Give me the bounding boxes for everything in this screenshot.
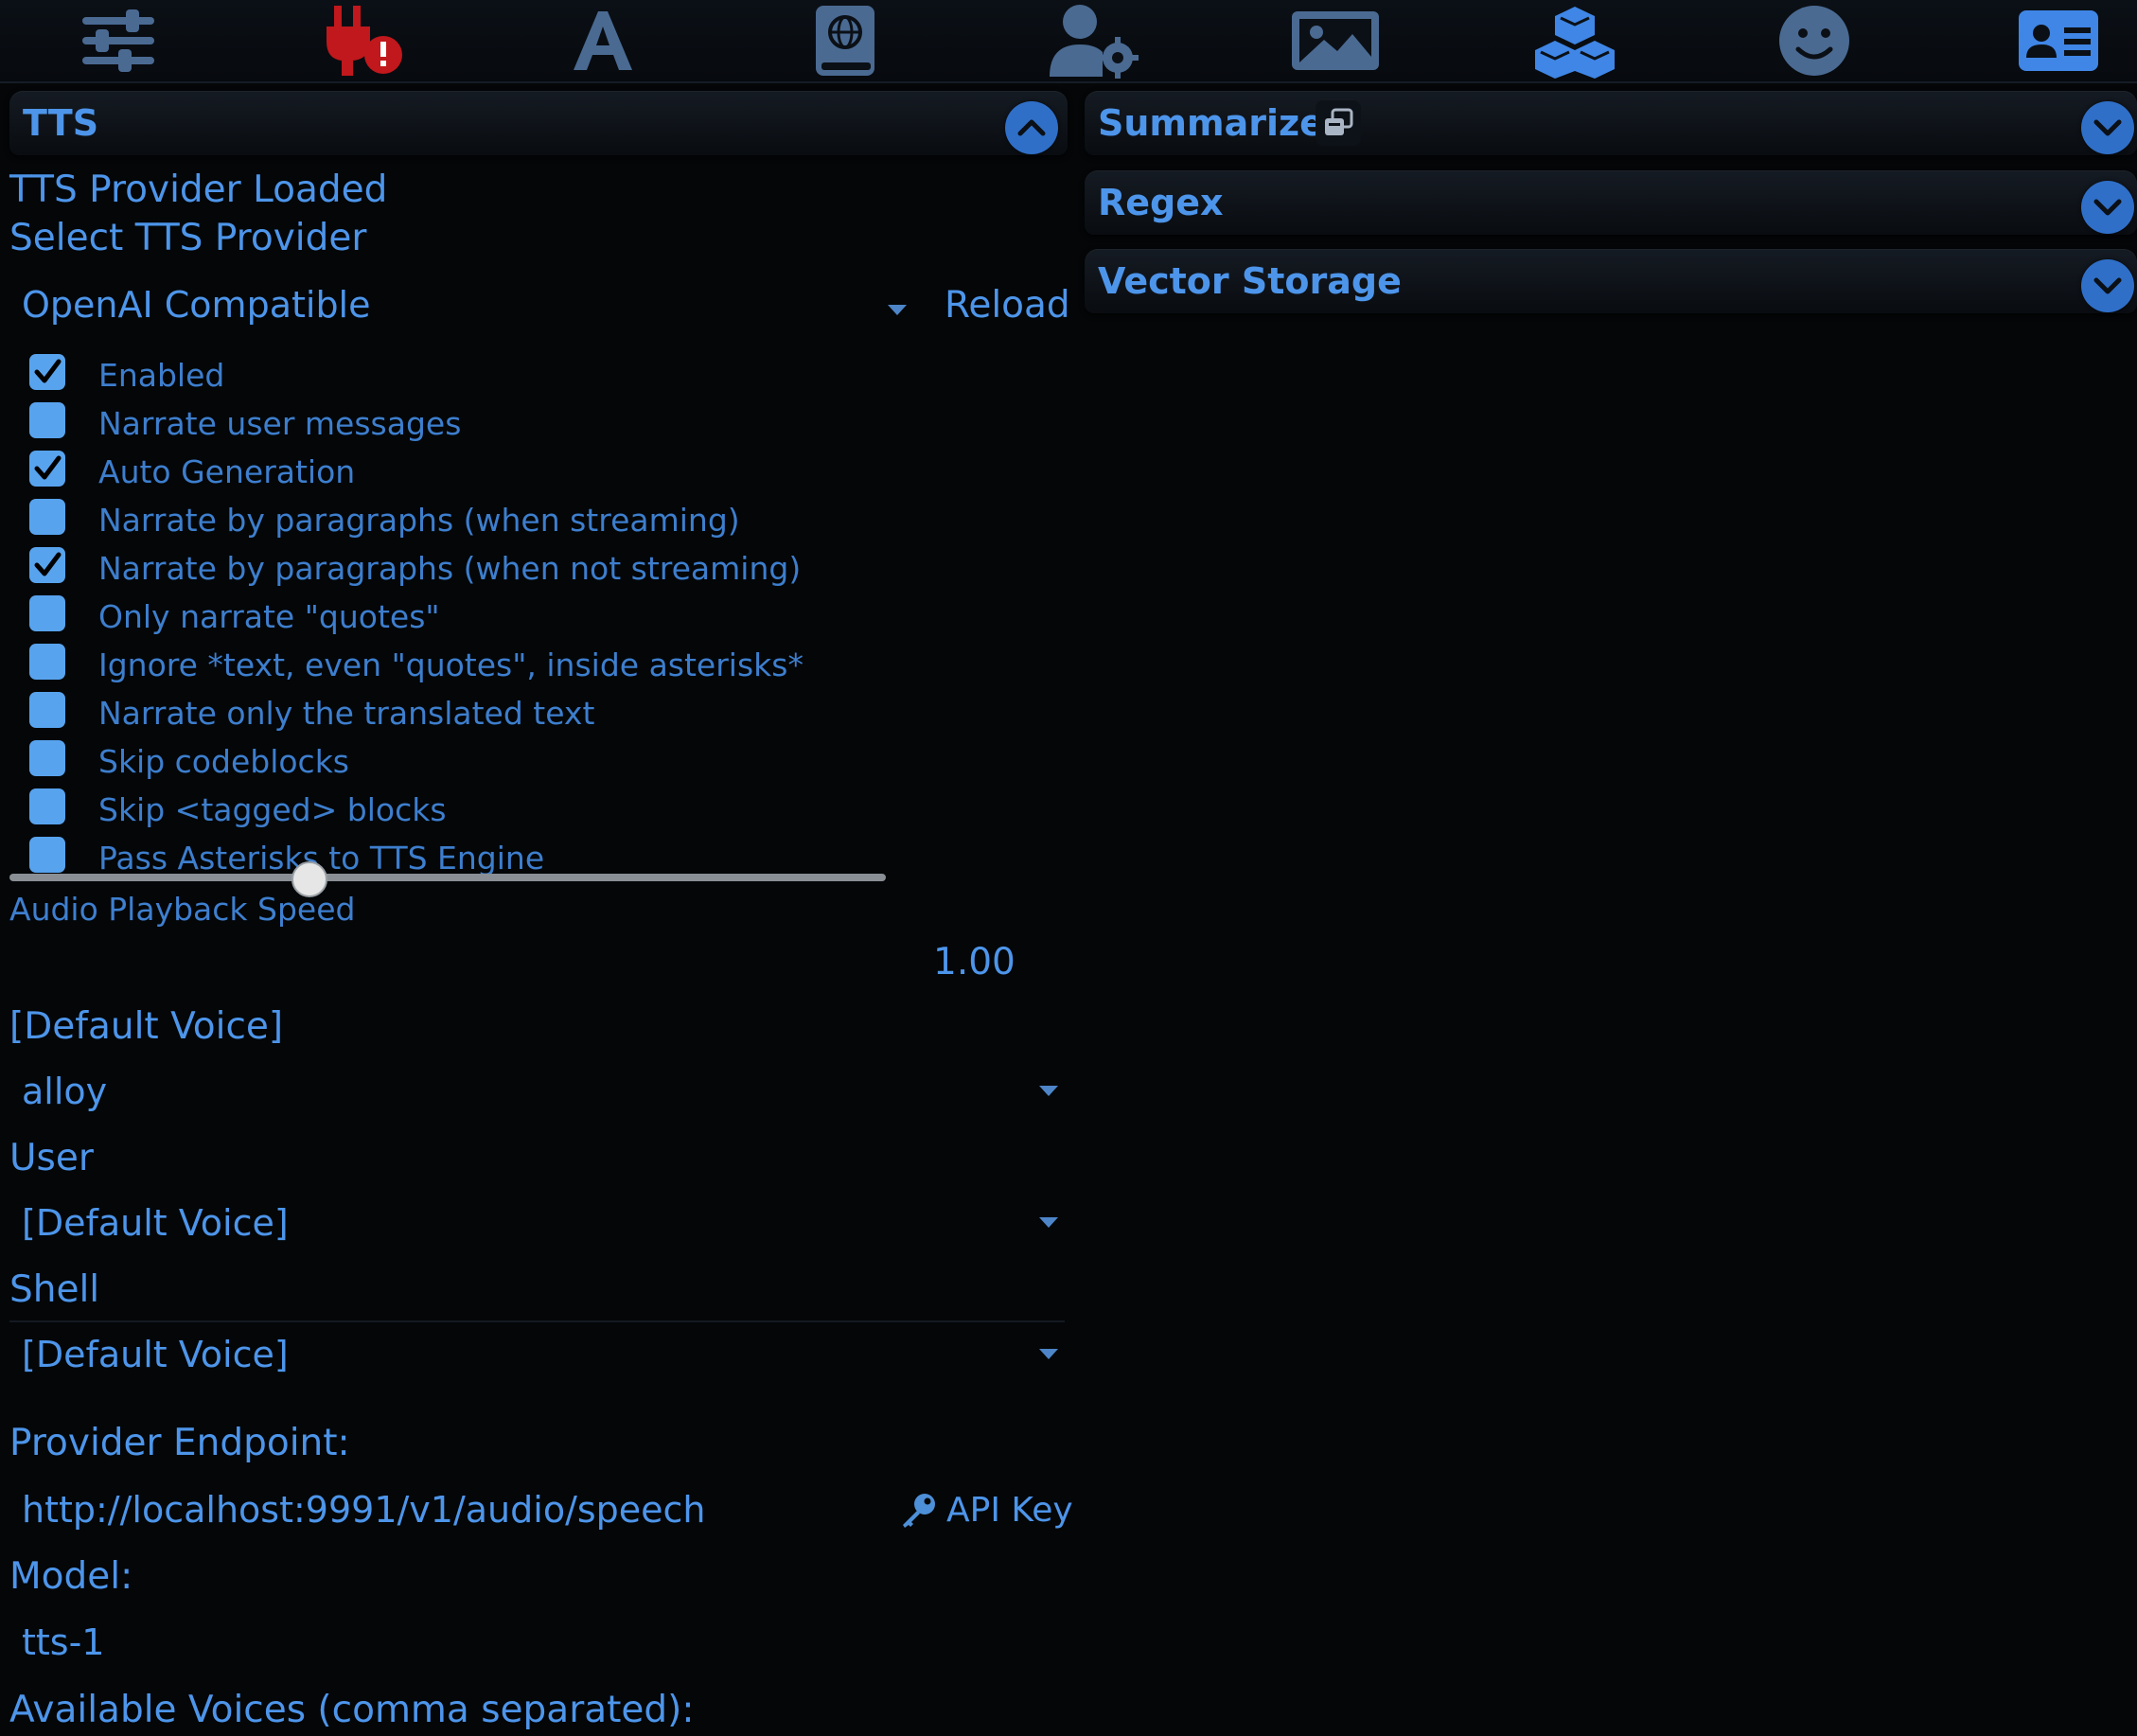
tts-drawer-header[interactable]: TTS [9,91,1068,155]
auto-generation-checkbox[interactable] [29,451,65,487]
pass-asterisks-checkbox[interactable] [29,837,65,873]
vector-storage-drawer-header[interactable]: Vector Storage [1085,249,2137,313]
chevron-down-icon [1039,1086,1058,1096]
option-label: Narrate only the translated text [98,695,595,732]
speed-value: 1.00 [933,941,1016,983]
voice-label: User [9,1137,94,1179]
collapse-icon[interactable] [1005,101,1058,154]
paragraphs-streaming-checkbox[interactable] [29,499,65,535]
option-label: Only narrate "quotes" [98,598,440,635]
voice-select[interactable]: [Default Voice] [22,1202,289,1244]
paragraphs-not-streaming-checkbox[interactable] [29,547,65,583]
only-quotes-checkbox[interactable] [29,595,65,631]
user-gear-icon[interactable] [1041,0,1145,81]
option-label: Auto Generation [98,453,356,490]
reload-button[interactable]: Reload [945,284,1070,327]
enabled-checkbox[interactable] [29,354,65,390]
font-icon[interactable] [551,0,655,81]
popout-icon[interactable] [1316,100,1361,146]
world-book-icon[interactable] [793,0,897,81]
chevron-down-icon [888,305,907,315]
skip-codeblocks-checkbox[interactable] [29,740,65,776]
tts-title: TTS [23,102,99,144]
image-icon[interactable] [1283,0,1387,81]
summarize-title: Summarize [1098,102,1324,144]
extensions-panel: Summarize Regex Vector Storage [1082,85,2137,464]
model-label: Model: [9,1555,133,1598]
narrate-user-checkbox[interactable] [29,402,65,438]
divider [9,1320,1065,1322]
option-label: Enabled [98,357,225,394]
speed-slider-thumb[interactable] [291,861,327,897]
endpoint-input[interactable]: http://localhost:9991/v1/audio/speech [22,1489,706,1531]
option-label: Skip codeblocks [98,743,349,780]
skip-tagged-checkbox[interactable] [29,788,65,824]
model-input[interactable]: tts-1 [22,1621,105,1663]
option-label: Ignore *text, even "quotes", inside aste… [98,647,804,683]
cubes-icon[interactable] [1523,0,1627,81]
voice-select[interactable]: alloy [22,1071,107,1112]
vector-storage-title: Vector Storage [1098,260,1402,302]
option-label: Narrate user messages [98,405,462,442]
expand-icon[interactable] [2081,101,2134,154]
voice-label: Shell [9,1268,100,1311]
voice-label: [Default Voice] [9,1005,284,1048]
voices-list-label: Available Voices (comma separated): [9,1689,695,1731]
chevron-down-icon [1039,1217,1058,1228]
translated-only-checkbox[interactable] [29,692,65,728]
regex-title: Regex [1098,182,1224,223]
provider-select[interactable]: OpenAI Compatible [22,284,371,326]
summarize-drawer-header[interactable]: Summarize [1085,91,2137,155]
option-label: Narrate by paragraphs (when not streamin… [98,550,802,587]
expand-icon[interactable] [2081,259,2134,312]
option-label: Skip <tagged> blocks [98,791,447,828]
chevron-down-icon [1039,1349,1058,1359]
select-provider-label: Select TTS Provider [9,217,367,259]
api-key-button[interactable]: API Key [946,1491,1073,1530]
plug-alert-icon[interactable] [310,0,415,81]
key-icon [899,1492,937,1530]
id-card-icon[interactable] [2006,0,2111,81]
tts-status: TTS Provider Loaded [9,168,388,211]
endpoint-label: Provider Endpoint: [9,1422,350,1464]
expand-icon[interactable] [2081,181,2134,234]
ignore-asterisks-checkbox[interactable] [29,644,65,680]
top-toolbar [0,0,2137,83]
speed-slider[interactable] [9,874,886,881]
sliders-icon[interactable] [66,0,170,81]
voice-select[interactable]: [Default Voice] [22,1334,289,1375]
regex-drawer-header[interactable]: Regex [1085,170,2137,235]
option-label: Narrate by paragraphs (when streaming) [98,502,740,539]
smile-icon[interactable] [1762,0,1866,81]
